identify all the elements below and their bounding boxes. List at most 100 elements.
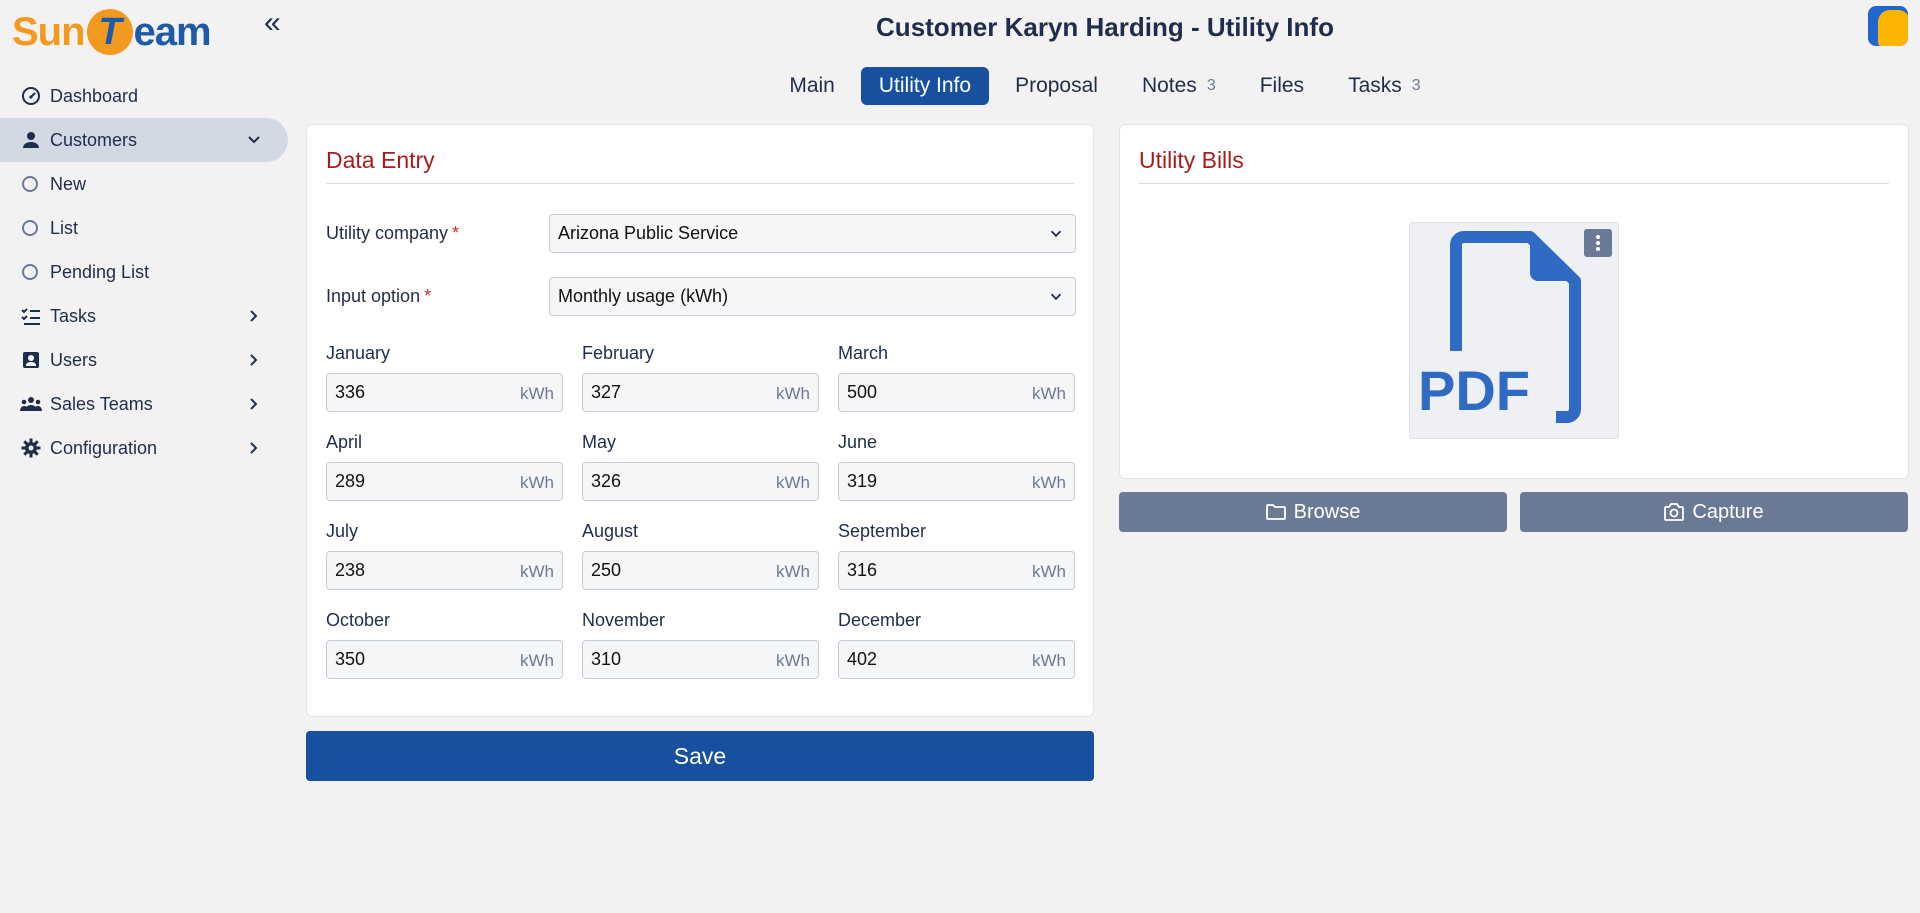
sidebar-item-label: Sales Teams <box>50 393 153 414</box>
chevron-down-icon <box>248 136 260 144</box>
month-december: December 402 kWh <box>838 610 1075 679</box>
usage-input[interactable]: 350 kWh <box>326 640 563 679</box>
tab-notes[interactable]: Notes 3 <box>1124 67 1234 105</box>
tab-tasks[interactable]: Tasks 3 <box>1330 67 1439 105</box>
unit-label: kWh <box>520 473 554 492</box>
logo-team-text: T eam <box>85 9 212 55</box>
month-february: February 327 kWh <box>582 343 819 412</box>
usage-value: 250 <box>591 560 622 580</box>
chevron-right-icon <box>250 398 258 410</box>
unit-label: kWh <box>1032 562 1066 581</box>
pdf-label: PDF <box>1418 359 1530 422</box>
sidebar-subitem-label: New <box>50 173 87 194</box>
avatar[interactable] <box>1868 6 1908 46</box>
usage-input[interactable]: 289 kWh <box>326 462 563 501</box>
usage-value: 326 <box>591 471 622 491</box>
chevron-down-icon <box>1050 293 1062 301</box>
usage-value: 402 <box>847 649 878 669</box>
select-value: Arizona Public Service <box>558 223 739 243</box>
folder-icon <box>1265 504 1286 520</box>
usage-input[interactable]: 238 kWh <box>326 551 563 590</box>
save-button[interactable]: Save <box>306 731 1094 781</box>
usage-value: 238 <box>335 560 366 580</box>
data-entry-card: Data Entry Utility company * Arizona Publ… <box>306 124 1094 717</box>
usage-input[interactable]: 316 kWh <box>838 551 1075 590</box>
utility-company-select[interactable]: Arizona Public Service <box>549 214 1076 253</box>
month-label: October <box>326 610 391 630</box>
tab-main[interactable]: Main <box>771 67 853 105</box>
tab-label: Tasks <box>1348 74 1402 97</box>
sidebar-subitem-label: Pending List <box>50 261 150 282</box>
browse-button[interactable]: Browse <box>1119 492 1507 532</box>
pdf-file-thumbnail[interactable]: PDF <box>1409 222 1619 439</box>
suntam-logo[interactable]: Sun T eam <box>12 6 212 58</box>
utility-bills-title: Utility Bills <box>1139 147 1244 173</box>
month-label: December <box>838 610 922 630</box>
month-label: March <box>838 343 889 363</box>
more-vertical-icon[interactable] <box>1584 229 1612 257</box>
month-label: January <box>326 343 391 363</box>
sidebar-subitem-new[interactable]: New <box>0 162 288 206</box>
month-label: August <box>582 521 639 541</box>
usage-value: 310 <box>591 649 622 669</box>
sidebar: Sun T eam « Dashboard Customers New List <box>0 0 290 913</box>
sidebar-item-label: Dashboard <box>50 85 139 106</box>
month-april: April 289 kWh <box>326 432 563 501</box>
tab-label: Utility Info <box>878 74 972 97</box>
divider <box>1139 183 1889 184</box>
tab-label: Files <box>1259 74 1305 97</box>
avatar-face-icon <box>1878 10 1908 46</box>
unit-label: kWh <box>1032 384 1066 403</box>
unit-label: kWh <box>520 562 554 581</box>
usage-input[interactable]: 310 kWh <box>582 640 819 679</box>
month-october: October 350 kWh <box>326 610 563 679</box>
usage-value: 319 <box>847 471 878 491</box>
sidebar-subitem-pending-list[interactable]: Pending List <box>0 250 288 294</box>
unit-label: kWh <box>776 562 810 581</box>
button-label: Browse <box>1293 500 1361 523</box>
tab-utility-info[interactable]: Utility Info <box>860 67 990 105</box>
user-icon <box>20 129 42 151</box>
unit-label: kWh <box>520 651 554 670</box>
sidebar-item-tasks[interactable]: Tasks <box>0 294 288 338</box>
capture-button[interactable]: Capture <box>1520 492 1908 532</box>
tab-count-badge: 3 <box>1411 77 1421 94</box>
tab-label: Notes <box>1141 74 1197 97</box>
usage-input[interactable]: 336 kWh <box>326 373 563 412</box>
usage-value: 350 <box>335 649 366 669</box>
month-november: November 310 kWh <box>582 610 819 679</box>
sidebar-subitem-label: List <box>50 217 79 238</box>
usage-input[interactable]: 250 kWh <box>582 551 819 590</box>
sidebar-subitem-list[interactable]: List <box>0 206 288 250</box>
input-option-select[interactable]: Monthly usage (kWh) <box>549 277 1076 316</box>
required-mark: * <box>424 286 432 306</box>
sidebar-item-dashboard[interactable]: Dashboard <box>0 74 288 118</box>
chevron-right-icon <box>250 354 258 366</box>
chevron-right-icon <box>250 310 258 322</box>
page-title: Customer Karyn Harding - Utility Info <box>876 12 1334 42</box>
tab-bar: Main Utility Info Proposal Notes 3 Files … <box>290 67 1920 105</box>
sidebar-item-label: Tasks <box>50 305 97 326</box>
tab-label: Main <box>789 74 835 97</box>
tab-files[interactable]: Files <box>1242 67 1322 105</box>
tab-proposal[interactable]: Proposal <box>997 67 1116 105</box>
unit-label: kWh <box>776 384 810 403</box>
divider <box>326 183 1074 184</box>
sidebar-item-sales-teams[interactable]: Sales Teams <box>0 382 288 426</box>
logo-eam-text: eam <box>133 9 212 54</box>
usage-input[interactable]: 327 kWh <box>582 373 819 412</box>
usage-input[interactable]: 402 kWh <box>838 640 1075 679</box>
usage-input[interactable]: 500 kWh <box>838 373 1075 412</box>
gear-icon <box>20 437 42 459</box>
sidebar-item-configuration[interactable]: Configuration <box>0 426 288 470</box>
sidebar-item-label: Users <box>50 349 98 370</box>
sidebar-item-users[interactable]: Users <box>0 338 288 382</box>
sidebar-item-customers[interactable]: Customers <box>0 118 288 162</box>
usage-input[interactable]: 326 kWh <box>582 462 819 501</box>
usage-value: 316 <box>847 560 878 580</box>
sidebar-nav: Dashboard Customers New List Pending Lis… <box>0 74 288 470</box>
month-march: March 500 kWh <box>838 343 1075 412</box>
unit-label: kWh <box>776 651 810 670</box>
usage-input[interactable]: 319 kWh <box>838 462 1075 501</box>
month-label: September <box>838 521 927 541</box>
